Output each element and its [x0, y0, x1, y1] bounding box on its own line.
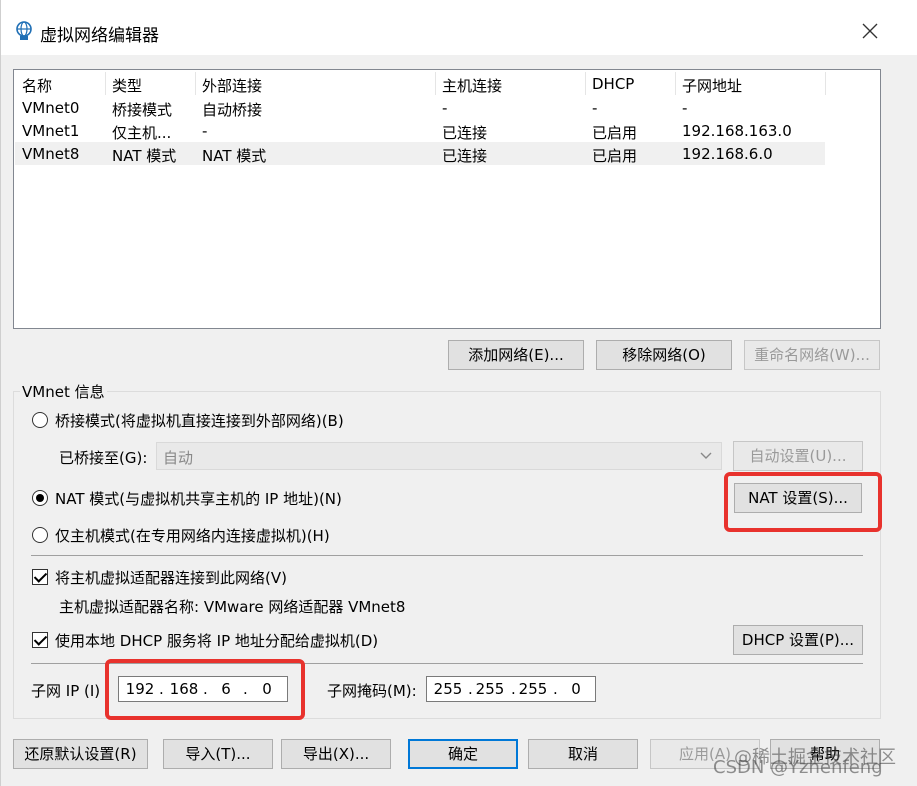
adapter-name-label: 主机虚拟适配器名称: VMware 网络适配器 VMnet8 [59, 598, 406, 616]
connect-adapter-checkbox[interactable] [32, 569, 48, 585]
bridged-mode-radio[interactable] [32, 412, 48, 428]
dhcp-checkbox[interactable] [32, 632, 48, 648]
bridged-to-label: 已桥接至(G): [59, 449, 148, 467]
nat-settings-highlight [724, 472, 882, 532]
mask-octet: 255 [475, 680, 505, 698]
title-bar: 虚拟网络编辑器 [1, 0, 917, 55]
vmnet-info-label: VMnet 信息 [20, 381, 107, 402]
subnet-ip-highlight [105, 659, 305, 720]
cell-dhcp: 已启用 [592, 124, 638, 142]
cell-external: - [202, 122, 208, 140]
bridged-to-value: 自动 [163, 449, 194, 467]
table-row-selected[interactable]: VMnet8 NAT 模式 NAT 模式 已连接 已启用 192.168.6.0 [15, 142, 825, 165]
list-header: 名称 类型 外部连接 主机连接 DHCP 子网地址 [15, 72, 826, 96]
chevron-down-icon [700, 452, 712, 459]
cell-external: 自动桥接 [202, 101, 263, 119]
bridged-to-select[interactable]: 自动 [156, 442, 722, 470]
import-button[interactable]: 导入(T)... [163, 739, 273, 769]
network-list[interactable]: 名称 类型 外部连接 主机连接 DHCP 子网地址 VMnet0 桥接模式 自动… [13, 69, 881, 329]
subnet-mask-label: 子网掩码(M): [327, 682, 417, 700]
watermark-line2: CSDN @Yzhenfeng [713, 757, 883, 778]
cell-name: VMnet1 [22, 122, 80, 140]
cell-type: 仅主机... [112, 124, 172, 142]
dhcp-settings-button[interactable]: DHCP 设置(P)... [733, 625, 863, 655]
close-icon[interactable] [859, 20, 881, 42]
add-network-button[interactable]: 添加网络(E)... [448, 340, 584, 370]
virtual-network-editor-window: 虚拟网络编辑器 名称 类型 外部连接 主机连接 DHCP 子网地址 VMnet0… [0, 0, 917, 786]
table-row[interactable]: VMnet0 桥接模式 自动桥接 - - - [15, 96, 825, 119]
remove-network-button[interactable]: 移除网络(O) [596, 340, 732, 370]
cell-type: NAT 模式 [112, 147, 177, 165]
connect-adapter-label: 将主机虚拟适配器连接到此网络(V) [55, 569, 287, 587]
divider [31, 555, 863, 556]
cell-dhcp: 已启用 [592, 147, 638, 165]
cell-dhcp: - [592, 99, 598, 117]
subnet-mask-input[interactable]: 255 . 255 . 255 . 0 [426, 676, 596, 702]
cell-type: 桥接模式 [112, 101, 173, 119]
host-only-radio[interactable] [32, 527, 48, 543]
cell-subnet: - [682, 99, 688, 117]
bridged-mode-label: 桥接模式(将虚拟机直接连接到外部网络)(B) [55, 412, 344, 430]
column-header-host[interactable]: 主机连接 [442, 75, 502, 96]
column-header-subnet[interactable]: 子网地址 [682, 75, 742, 96]
nat-mode-label: NAT 模式(与虚拟机共享主机的 IP 地址)(N) [55, 490, 342, 508]
subnet-ip-label: 子网 IP (I) [31, 682, 101, 700]
restore-defaults-button[interactable]: 还原默认设置(R) [13, 739, 148, 769]
host-only-label: 仅主机模式(在专用网络内连接虚拟机)(H) [55, 527, 330, 545]
cancel-button[interactable]: 取消 [528, 739, 638, 769]
cell-subnet: 192.168.163.0 [682, 122, 792, 140]
network-globe-icon [16, 21, 32, 40]
mask-octet: 0 [571, 680, 581, 698]
cell-name: VMnet0 [22, 99, 80, 117]
column-header-name[interactable]: 名称 [22, 75, 52, 96]
cell-external: NAT 模式 [202, 147, 267, 165]
cell-host: 已连接 [442, 147, 488, 165]
window-title: 虚拟网络编辑器 [40, 26, 159, 46]
column-header-external[interactable]: 外部连接 [202, 75, 262, 96]
rename-network-button[interactable]: 重命名网络(W)... [744, 340, 880, 370]
table-row[interactable]: VMnet1 仅主机... - 已连接 已启用 192.168.163.0 [15, 119, 825, 142]
export-button[interactable]: 导出(X)... [281, 739, 391, 769]
mask-octet: 255 [518, 680, 548, 698]
ok-button[interactable]: 确定 [408, 739, 518, 769]
mask-dot: . [553, 680, 558, 698]
auto-settings-button[interactable]: 自动设置(U)... [733, 441, 863, 471]
nat-mode-radio[interactable] [32, 490, 48, 506]
cell-subnet: 192.168.6.0 [682, 145, 773, 163]
cell-host: 已连接 [442, 124, 488, 142]
cell-name: VMnet8 [22, 145, 80, 163]
column-header-type[interactable]: 类型 [112, 75, 142, 96]
column-header-dhcp[interactable]: DHCP [592, 75, 634, 93]
cell-host: - [442, 99, 448, 117]
mask-octet: 255 [433, 680, 463, 698]
dhcp-label: 使用本地 DHCP 服务将 IP 地址分配给虚拟机(D) [55, 632, 379, 650]
